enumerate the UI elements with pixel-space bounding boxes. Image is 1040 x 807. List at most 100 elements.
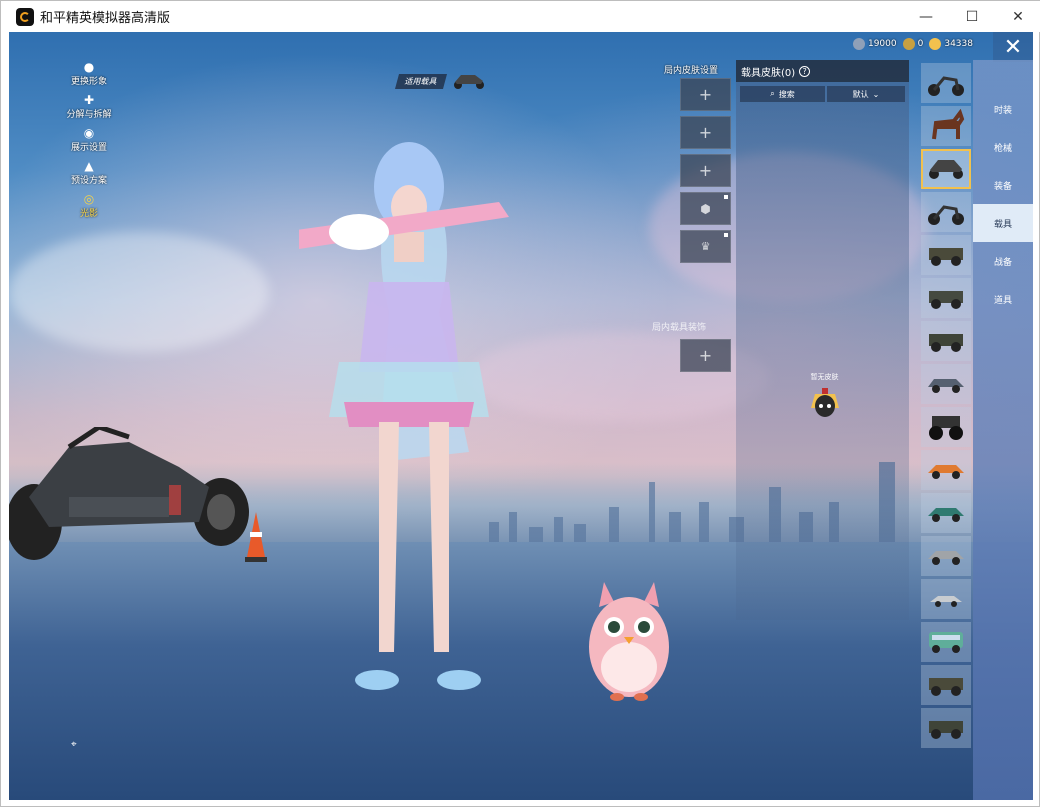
- title-bar: 和平精英模拟器高清版 — ☐ ✕: [1, 1, 1040, 32]
- vehicle-item-jeep-1[interactable]: [921, 235, 971, 275]
- vehicle-item-motorcycle[interactable]: [921, 63, 971, 103]
- vehicle-item-jeep-4[interactable]: [921, 665, 971, 705]
- buggy-vehicle: [9, 427, 249, 560]
- skin-slot-1[interactable]: +: [680, 78, 731, 111]
- monster-truck-icon: [929, 416, 963, 440]
- skin-slot-5[interactable]: ♛: [680, 230, 731, 263]
- close-window-button[interactable]: ✕: [995, 1, 1040, 32]
- avatar-icon: ●: [83, 60, 95, 74]
- jeep-icon: [929, 721, 963, 739]
- left-menu-item-display[interactable]: ◉ 展示设置: [49, 126, 129, 153]
- gold-icon: [929, 38, 942, 50]
- chevron-down-icon: ⌄: [872, 89, 880, 99]
- sort-dropdown[interactable]: 默认 ⌄: [827, 86, 905, 102]
- skin-slot-4[interactable]: ⬢: [680, 192, 731, 225]
- buggy-thumb-icon: [454, 75, 484, 89]
- vehicle-item-sports-car-orange[interactable]: [921, 450, 971, 490]
- plus-icon: +: [698, 123, 713, 142]
- slot-corner-marker: [724, 233, 728, 237]
- badge-icon: ◎: [83, 192, 95, 206]
- skin-slot-2[interactable]: +: [680, 116, 731, 149]
- tab-vehicles[interactable]: 载具: [973, 204, 1033, 242]
- currency-gold: 34338: [929, 38, 973, 50]
- vehicle-item-monster-truck[interactable]: [921, 407, 971, 447]
- jeep-icon: [929, 678, 963, 696]
- plus-icon: +: [698, 346, 713, 365]
- slot-corner-marker: [724, 195, 728, 199]
- currency-bar: 19000 0 34338: [852, 38, 973, 50]
- left-menu-item-preset[interactable]: ▲ 预设方案: [49, 159, 129, 186]
- no-skin-indicator: 暂无皮肤: [802, 372, 847, 426]
- cloud: [9, 232, 269, 352]
- decoration-slot-1[interactable]: +: [680, 339, 731, 372]
- sedan-icon: [928, 379, 964, 393]
- vehicle-item-coupe[interactable]: [921, 579, 971, 619]
- search-icon: ⌕: [770, 89, 775, 98]
- tab-equipment[interactable]: 装备: [973, 166, 1033, 204]
- left-menu-item-lighting[interactable]: ◎ 光影: [49, 192, 129, 219]
- vehicle-skin-panel: 载具皮肤(0) ? ⌕ 搜索 默认 ⌄: [736, 60, 909, 620]
- vehicle-item-jeep-2[interactable]: [921, 278, 971, 318]
- vehicle-item-sedan-1[interactable]: [921, 364, 971, 404]
- tab-items[interactable]: 道具: [973, 280, 1033, 318]
- window-title: 和平精英模拟器高清版: [40, 11, 171, 26]
- buggy-icon: [929, 160, 963, 179]
- game-viewport: ● 更换形象 ✚ 分解与拆解 ◉ 展示设置 ▲ 预设方案 ◎ 光影 19000 …: [9, 32, 1033, 800]
- jeep-icon: [929, 291, 963, 309]
- in-game-skin-settings-title: 局内皮肤设置: [664, 66, 719, 76]
- sports-car-icon: [928, 508, 964, 522]
- vehicle-skin-title: 载具皮肤(0): [741, 67, 796, 79]
- vehicle-item-horse[interactable]: [921, 106, 971, 146]
- search-button[interactable]: ⌕ 搜索: [740, 86, 825, 102]
- flame-icon: ▲: [84, 159, 94, 173]
- left-menu-item-change-avatar[interactable]: ● 更换形象: [49, 60, 129, 87]
- horse-icon: [932, 109, 965, 140]
- maximize-button[interactable]: ☐: [949, 1, 995, 32]
- token-icon: [902, 38, 915, 50]
- vehicle-item-sedan-2[interactable]: [921, 536, 971, 576]
- left-menu: ● 更换形象 ✚ 分解与拆解 ◉ 展示设置 ▲ 预设方案 ◎ 光影: [49, 60, 129, 225]
- close-panel-button[interactable]: ✕: [993, 32, 1033, 62]
- traffic-cone: [245, 512, 267, 562]
- vehicle-item-motorcycle-2[interactable]: [921, 192, 971, 232]
- plus-icon: +: [698, 85, 713, 104]
- coupon-icon: [852, 38, 865, 50]
- vehicle-item-van[interactable]: [921, 622, 971, 662]
- left-menu-item-dismantle[interactable]: ✚ 分解与拆解: [49, 93, 129, 120]
- vehicle-item-jeep-5[interactable]: [921, 708, 971, 748]
- cursor-icon: ⌖: [71, 739, 77, 750]
- puzzle-icon: ✚: [83, 93, 95, 107]
- tab-fashion[interactable]: 时装: [973, 90, 1033, 128]
- player-character: [299, 142, 509, 690]
- category-tabs: 时装 枪械 装备 载具 战备 道具: [973, 60, 1033, 800]
- jeep-icon: [929, 334, 963, 352]
- motorcycle-icon: [928, 205, 964, 225]
- shield-icon: ⬢: [700, 201, 711, 216]
- pet-companion: [589, 582, 669, 701]
- helmet-icon: [810, 388, 839, 417]
- plus-icon: +: [698, 161, 713, 180]
- help-icon[interactable]: ?: [799, 65, 811, 77]
- in-game-decoration-title: 局内载具装饰: [652, 323, 707, 333]
- vehicle-list: [921, 60, 973, 780]
- app-logo-icon: [16, 7, 34, 26]
- applicable-vehicle-tag: 适用载具: [394, 72, 487, 90]
- motorcycle-icon: [928, 76, 964, 96]
- jeep-icon: [929, 248, 963, 266]
- skin-slot-3[interactable]: +: [680, 154, 731, 187]
- tab-weapons[interactable]: 枪械: [973, 128, 1033, 166]
- applicable-vehicle-label: 适用载具: [394, 73, 448, 89]
- vehicle-item-jeep-3[interactable]: [921, 321, 971, 361]
- tab-battle-gear[interactable]: 战备: [973, 242, 1033, 280]
- no-skin-label: 暂无皮肤: [810, 373, 839, 381]
- eye-icon: ◉: [83, 126, 95, 140]
- sedan-icon: [928, 551, 964, 565]
- vehicle-item-buggy[interactable]: [921, 149, 971, 189]
- vehicle-skin-header: 载具皮肤(0) ?: [736, 60, 909, 82]
- minimize-button[interactable]: —: [903, 1, 949, 32]
- van-icon: [929, 632, 963, 653]
- vehicle-item-sports-car-teal[interactable]: [921, 493, 971, 533]
- crown-icon: ♛: [700, 240, 711, 253]
- coupe-icon: [930, 596, 962, 607]
- emulator-window: 和平精英模拟器高清版 — ☐ ✕ ● 更换形象 ✚ 分解与拆解 ◉ 展示设置 ▲…: [0, 0, 1040, 807]
